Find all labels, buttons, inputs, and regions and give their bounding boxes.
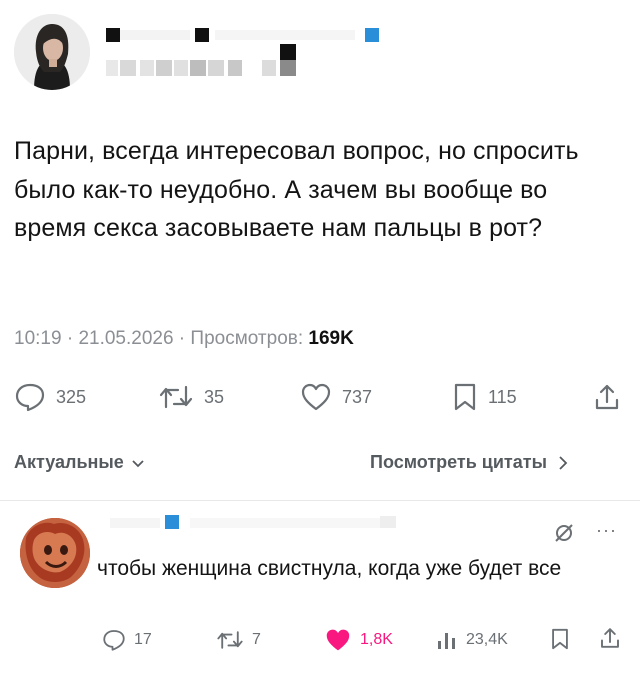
reply-button[interactable]: 325: [14, 380, 86, 414]
retweet-icon: [159, 385, 193, 409]
reply-reply-button[interactable]: 17: [102, 627, 152, 653]
bookmark-count: 115: [488, 386, 517, 407]
reply-avatar[interactable]: [20, 518, 90, 588]
reply-count: 325: [56, 386, 87, 407]
reply-views-button[interactable]: 23,4K: [436, 627, 508, 653]
reply-retweet-button[interactable]: 7: [216, 627, 261, 653]
chevron-down-icon: [132, 460, 144, 468]
tweet-date[interactable]: 21.05.2026: [78, 328, 173, 349]
view-quotes-link[interactable]: Посмотреть цитаты: [370, 452, 568, 473]
heart-icon: [326, 629, 350, 651]
views-label: Просмотров:: [190, 328, 304, 349]
reply-like-count: 1,8K: [360, 631, 393, 648]
reply-retweet-count: 7: [252, 631, 261, 648]
views-count[interactable]: 169K: [308, 328, 353, 349]
meta-separator: ·: [173, 328, 191, 349]
author-photo: [14, 14, 90, 90]
retweet-icon: [217, 631, 243, 649]
tweet-time[interactable]: 10:19: [14, 328, 62, 349]
share-icon: [595, 384, 619, 410]
bookmark-icon[interactable]: [550, 627, 570, 651]
reply-text: чтобы женщина свистнула, когда уже будет…: [97, 557, 562, 580]
like-count: 737: [342, 386, 373, 407]
heart-icon: [301, 383, 331, 411]
chevron-right-icon: [559, 456, 568, 470]
analytics-icon: [438, 633, 455, 649]
more-options-icon[interactable]: ···: [596, 520, 617, 541]
sort-dropdown[interactable]: Актуальные: [14, 452, 144, 473]
divider: [0, 500, 640, 501]
bookmark-button[interactable]: 115: [452, 380, 517, 414]
reply-reply-count: 17: [134, 631, 152, 648]
retweet-count: 35: [204, 386, 225, 407]
like-button[interactable]: 737: [300, 380, 372, 414]
quotes-label: Посмотреть цитаты: [370, 452, 547, 472]
sort-label: Актуальные: [14, 452, 124, 472]
meta-separator: ·: [61, 328, 79, 349]
author-avatar[interactable]: [14, 14, 90, 90]
reply-icon: [103, 630, 125, 651]
retweet-button[interactable]: 35: [158, 380, 224, 414]
share-button[interactable]: [592, 380, 622, 414]
tweet-meta: 10:19 · 21.05.2026 · Просмотров: 169K: [14, 328, 354, 350]
reply-views-count: 23,4K: [466, 631, 508, 648]
bookmark-icon: [454, 383, 476, 411]
share-icon[interactable]: [598, 626, 622, 650]
reply-like-button[interactable]: 1,8K: [324, 627, 393, 653]
reply-avatar-image: [20, 518, 90, 588]
grok-icon[interactable]: [553, 522, 575, 544]
tweet-text: Парни, всегда интересовал вопрос, но спр…: [14, 137, 579, 242]
reply-icon: [15, 383, 45, 412]
